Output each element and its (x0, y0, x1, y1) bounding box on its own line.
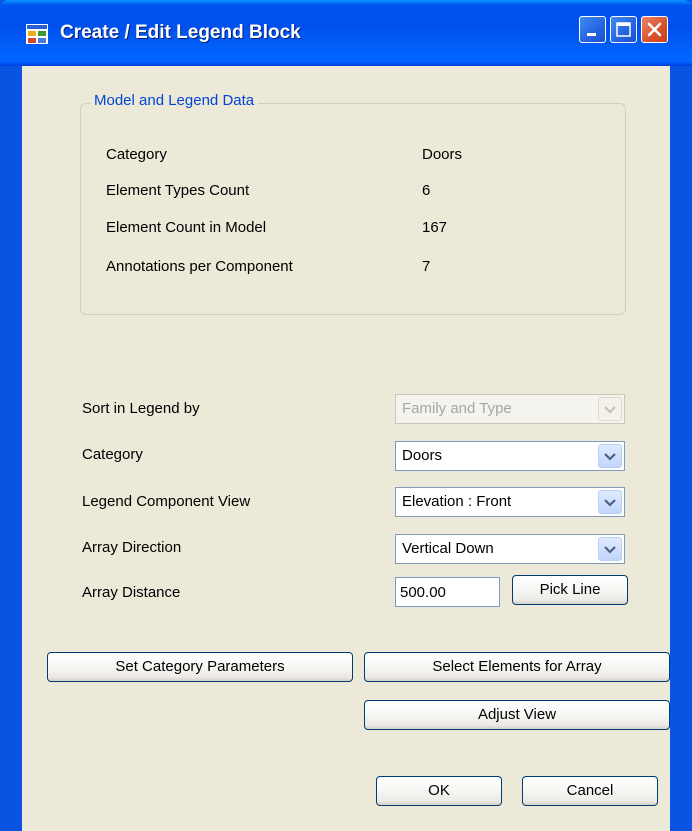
adjust-view-button[interactable]: Adjust View (364, 700, 670, 730)
chevron-down-icon[interactable] (598, 490, 622, 514)
array-distance-input[interactable]: 500.00 (395, 577, 500, 607)
info-value-element-types-count: 6 (422, 182, 431, 199)
array-direction-dropdown[interactable]: Vertical Down (395, 534, 625, 564)
cancel-button[interactable]: Cancel (522, 776, 658, 806)
info-label-element-types-count: Element Types Count (106, 182, 250, 199)
select-elements-button[interactable]: Select Elements for Array (364, 652, 670, 682)
distance-label: Array Distance (82, 584, 181, 601)
array-direction-dropdown-value: Vertical Down (402, 540, 494, 557)
category-dropdown-value: Doors (402, 447, 443, 464)
view-label: Legend Component View (82, 493, 251, 510)
info-value-category: Doors (422, 146, 463, 163)
ok-label: OK (428, 782, 450, 799)
select-elements-label: Select Elements for Array (432, 658, 602, 675)
close-icon (647, 22, 662, 37)
info-label-category: Category (106, 146, 167, 163)
maximize-button[interactable] (610, 16, 637, 43)
pick-line-button[interactable]: Pick Line (512, 575, 628, 605)
set-category-parameters-label: Set Category Parameters (115, 658, 285, 675)
set-category-parameters-button[interactable]: Set Category Parameters (47, 652, 353, 682)
chevron-down-icon[interactable] (598, 444, 622, 468)
close-button[interactable] (641, 16, 668, 43)
dialog-window: Create / Edit Legend Block Model and Leg… (0, 0, 692, 831)
cancel-label: Cancel (566, 782, 614, 799)
app-window-icon (26, 24, 48, 44)
array-distance-value: 500.00 (400, 584, 446, 601)
pick-line-label: Pick Line (539, 581, 601, 598)
info-label-element-count: Element Count in Model (106, 219, 267, 236)
category-label: Category (82, 446, 143, 463)
sort-dropdown: Family and Type (395, 394, 625, 424)
window-title: Create / Edit Legend Block (60, 22, 301, 43)
maximize-icon (616, 22, 631, 37)
info-value-element-count: 167 (422, 219, 448, 236)
info-value-annotations: 7 (422, 258, 431, 275)
title-bar[interactable]: Create / Edit Legend Block (0, 0, 692, 66)
info-label-annotations: Annotations per Component (106, 258, 293, 275)
component-view-dropdown[interactable]: Elevation : Front (395, 487, 625, 517)
dialog-client-area: Model and Legend Data Category Doors Ele… (22, 66, 670, 831)
sort-dropdown-value: Family and Type (402, 400, 512, 417)
adjust-view-label: Adjust View (477, 706, 557, 723)
model-legend-data-group (80, 103, 626, 315)
minimize-button[interactable] (579, 16, 606, 43)
sort-label: Sort in Legend by (82, 400, 200, 417)
category-dropdown[interactable]: Doors (395, 441, 625, 471)
chevron-down-icon[interactable] (598, 537, 622, 561)
component-view-dropdown-value: Elevation : Front (402, 493, 512, 510)
direction-label: Array Direction (82, 539, 182, 556)
minimize-icon (587, 33, 596, 36)
group-title: Model and Legend Data (90, 92, 259, 109)
chevron-down-icon (598, 397, 622, 421)
ok-button[interactable]: OK (376, 776, 502, 806)
